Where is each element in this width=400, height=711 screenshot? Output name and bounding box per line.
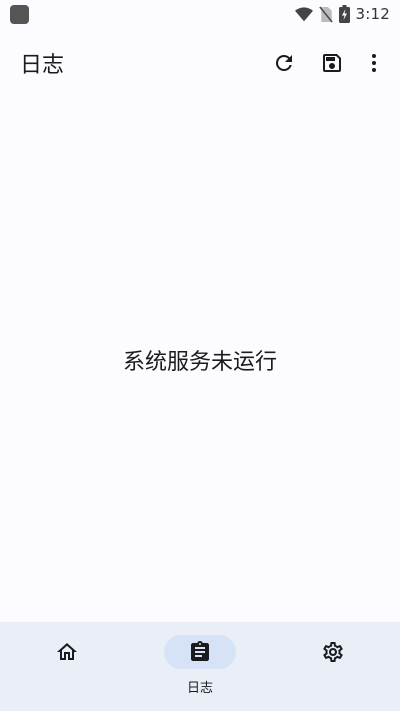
refresh-icon [275,54,292,71]
save-button[interactable] [308,39,356,87]
nav-item-settings[interactable] [267,635,400,693]
app-screen: 3:12 日志 系统服务未运行 日志 [0,0,400,711]
status-time: 3:12 [355,5,390,23]
more-vert-icon [372,54,376,72]
wifi-icon [294,6,313,22]
no-sim-icon [318,5,333,23]
page-title: 日志 [20,53,65,78]
nav-label-logs: 日志 [186,681,213,696]
top-app-bar: 日志 [0,28,400,98]
more-options-button[interactable] [356,39,392,87]
empty-state-message: 系统服务未运行 [122,350,277,375]
home-icon [56,643,77,660]
save-icon [323,54,341,72]
top-bar-actions [260,39,392,87]
clipboard-icon [190,641,209,661]
bottom-navigation: 日志 [0,622,400,711]
battery-charging-icon [338,5,350,23]
status-bar: 3:12 [0,0,400,28]
settings-icon [323,642,344,662]
app-notification-icon [10,4,29,24]
nav-item-home[interactable] [0,635,133,693]
active-indicator [163,635,236,669]
nav-item-logs[interactable]: 日志 [133,635,266,696]
refresh-button[interactable] [260,39,308,87]
log-content-area: 系统服务未运行 [0,98,400,622]
